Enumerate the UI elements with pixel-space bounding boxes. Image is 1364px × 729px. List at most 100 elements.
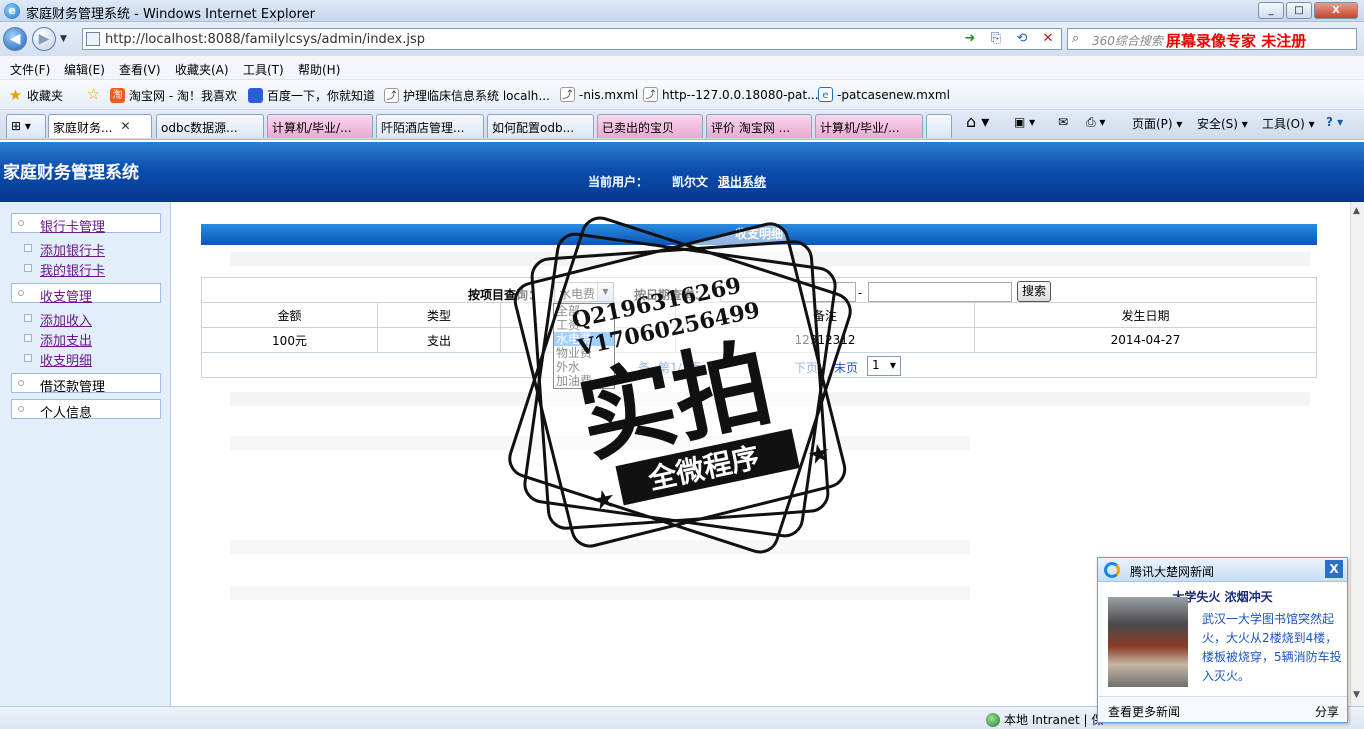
option-fuel[interactable]: 加油费 [554,374,614,388]
news-footer: 查看更多新闻 分享 [1098,696,1347,722]
menu-help[interactable]: 帮助(H) [298,61,340,78]
tab-label: 计算机/毕业/... [820,121,900,135]
fav-nursing[interactable]: ⤴ 护理临床信息系统 localh... [384,87,550,104]
filter-cell: 按项目查询： 水电费 ▼ 按日期查询： - 搜索 [201,277,1317,303]
option-salary[interactable]: 工资 [554,318,614,332]
stop-icon[interactable]: ✕ [1037,30,1059,48]
rss-check-icon[interactable]: ⎘ [985,30,1007,48]
menu-edit[interactable]: 编辑(E) [64,61,105,78]
tools-menu[interactable]: 工具(O) ▾ [1262,115,1315,132]
close-icon[interactable]: X [1325,560,1343,578]
fav-patcase[interactable]: e -patcasenew.mxml [818,87,950,102]
print-icon[interactable]: ⎙ ▾ [1086,115,1105,130]
search-box[interactable]: ⌕ 360综合搜索 屏幕录像专家 未注册 [1067,28,1357,50]
tab-sold[interactable]: 已卖出的宝贝 [597,114,703,138]
sidebar-group-loans[interactable]: 借还款管理 [11,373,161,395]
search-icon: ⌕ [1072,31,1080,46]
page-menu-label: 页面(P) [1132,117,1173,131]
safety-menu[interactable]: 安全(S) ▾ [1197,115,1248,132]
tab-computer-1[interactable]: 计算机/毕业/... [267,114,373,138]
close-tab-icon[interactable]: ✕ [120,119,130,138]
favorites-bar: ★ 收藏夹 ☆ 淘 淘宝网 - 淘！我喜欢 🐾 百度一下，你就知道 ⤴ 护理临床… [0,80,1364,110]
mail-icon[interactable]: ✉ [1058,115,1068,129]
item-filter-select[interactable]: 水电费 ▼ [554,282,614,302]
option-all[interactable]: 全部 [554,304,614,318]
tab-odbc-config[interactable]: 如何配置odb... [487,114,594,138]
start-date-input[interactable] [720,282,856,302]
tab-odbc[interactable]: odbc数据源... [156,114,264,138]
sidebar-item-details[interactable]: 收支明细 [24,350,92,369]
favorites-button[interactable]: ★ 收藏夹 [8,87,63,104]
add-favorite-button[interactable]: ☆ [86,87,101,102]
globe-icon [986,712,1000,727]
quick-tabs-button[interactable]: ⊞ ▾ [6,114,46,138]
scroll-up-icon[interactable]: ▲ [1353,206,1360,216]
sidebar-group-label: 借还款管理 [40,380,106,395]
tab-label: 已卖出的宝贝 [602,121,675,135]
square-bullet-icon [24,244,32,252]
link-icon: ⤴ [643,87,658,102]
search-placeholder: 360综合搜索 [1092,34,1163,48]
sidebar-item-add-expense[interactable]: 添加支出 [24,330,92,349]
menu-favorites[interactable]: 收藏夹(A) [175,61,229,78]
tab-label: 计算机/毕业/... [272,121,352,135]
sidebar-group-bank-cards[interactable]: 银行卡管理 [11,213,161,235]
menu-view[interactable]: 查看(V) [119,61,161,78]
menu-file[interactable]: 文件(F) [10,61,50,78]
sidebar-item-add-bank-card[interactable]: 添加银行卡 [24,240,105,259]
tab-hotel[interactable]: 阡陌酒店管理... [376,114,484,138]
item-filter-value: 水电费 [559,287,596,301]
home-icon[interactable]: ⌂ ▾ [966,112,989,131]
share-link[interactable]: 分享 [1315,703,1339,720]
refresh-icon[interactable]: ⟲ [1011,30,1033,48]
option-utilities[interactable]: 水电费 [554,332,614,346]
page-select[interactable]: 1 ▼ [867,356,901,376]
sidebar-group-profile[interactable]: 个人信息 [11,399,161,421]
scroll-down-icon[interactable]: ▼ [1353,690,1360,700]
sidebar-item-my-bank-cards[interactable]: 我的银行卡 [24,260,105,279]
last-page-link[interactable]: 末页 [834,359,858,376]
page-scrollbar[interactable]: ▲ ▼ [1350,202,1364,706]
link-icon: ⤴ [560,87,575,102]
tab-family-finance[interactable]: 家庭财务... ✕ [48,114,152,138]
history-dropdown-icon[interactable]: ▼ [60,34,67,44]
news-body[interactable]: 武汉一大学图书馆突然起火，大火从2楼烧到4楼，楼板被烧穿，5辆消防车投入灭火。 [1202,610,1342,686]
tab-computer-2[interactable]: 计算机/毕业/... [815,114,923,138]
sidebar-group-income-expense[interactable]: 收支管理 [11,283,161,305]
ghost-artifact [230,586,970,600]
compatibility-icon[interactable]: ➜ [959,30,981,48]
option-other[interactable]: 外水 [554,360,614,374]
fav-baidu[interactable]: 🐾 百度一下，你就知道 [248,87,375,104]
col-note: 备注 [675,302,975,328]
new-tab-button[interactable] [926,114,952,138]
date-filter-label: 按日期查询： [634,288,707,302]
sidebar-group-label: 个人信息 [40,406,93,421]
option-property[interactable]: 物业费 [554,346,614,360]
fav-label: 百度一下，你就知道 [267,89,376,103]
sidebar-item-add-income[interactable]: 添加收入 [24,310,92,329]
close-window-button[interactable]: X [1314,2,1358,19]
next-page-link[interactable]: 下页 [794,359,818,376]
tab-label: 如何配置odb... [492,121,575,135]
ie-page-icon: e [818,87,833,102]
fav-http[interactable]: ⤴ http--127.0.0.18080-pat... [643,87,819,102]
logout-link[interactable]: 退出系统 [718,173,766,190]
feeds-icon[interactable]: ▣ ▾ [1014,115,1035,129]
fav-label: -nis.mxml [579,87,639,102]
end-date-input[interactable] [868,282,1012,302]
forward-button[interactable]: ▶ [32,27,56,51]
fav-taobao[interactable]: 淘 淘宝网 - 淘！我喜欢 [110,87,237,104]
back-button[interactable]: ◀ [3,27,27,51]
maximize-button[interactable]: □ [1286,2,1312,19]
menu-tools[interactable]: 工具(T) [243,61,284,78]
fav-nis[interactable]: ⤴ -nis.mxml [560,87,638,102]
help-icon[interactable]: ? ▾ [1326,115,1343,129]
url-field[interactable]: http://localhost:8088/familylcsys/admin/… [82,28,1062,50]
search-button[interactable]: 搜索 [1017,281,1051,302]
col-amount: 金额 [201,302,378,328]
more-news-link[interactable]: 查看更多新闻 [1108,703,1180,720]
page-menu[interactable]: 页面(P) ▾ [1132,115,1182,132]
news-thumbnail[interactable] [1108,597,1188,687]
tab-review[interactable]: 评价 淘宝网 ... [706,114,812,138]
minimize-button[interactable]: _ [1258,2,1284,19]
